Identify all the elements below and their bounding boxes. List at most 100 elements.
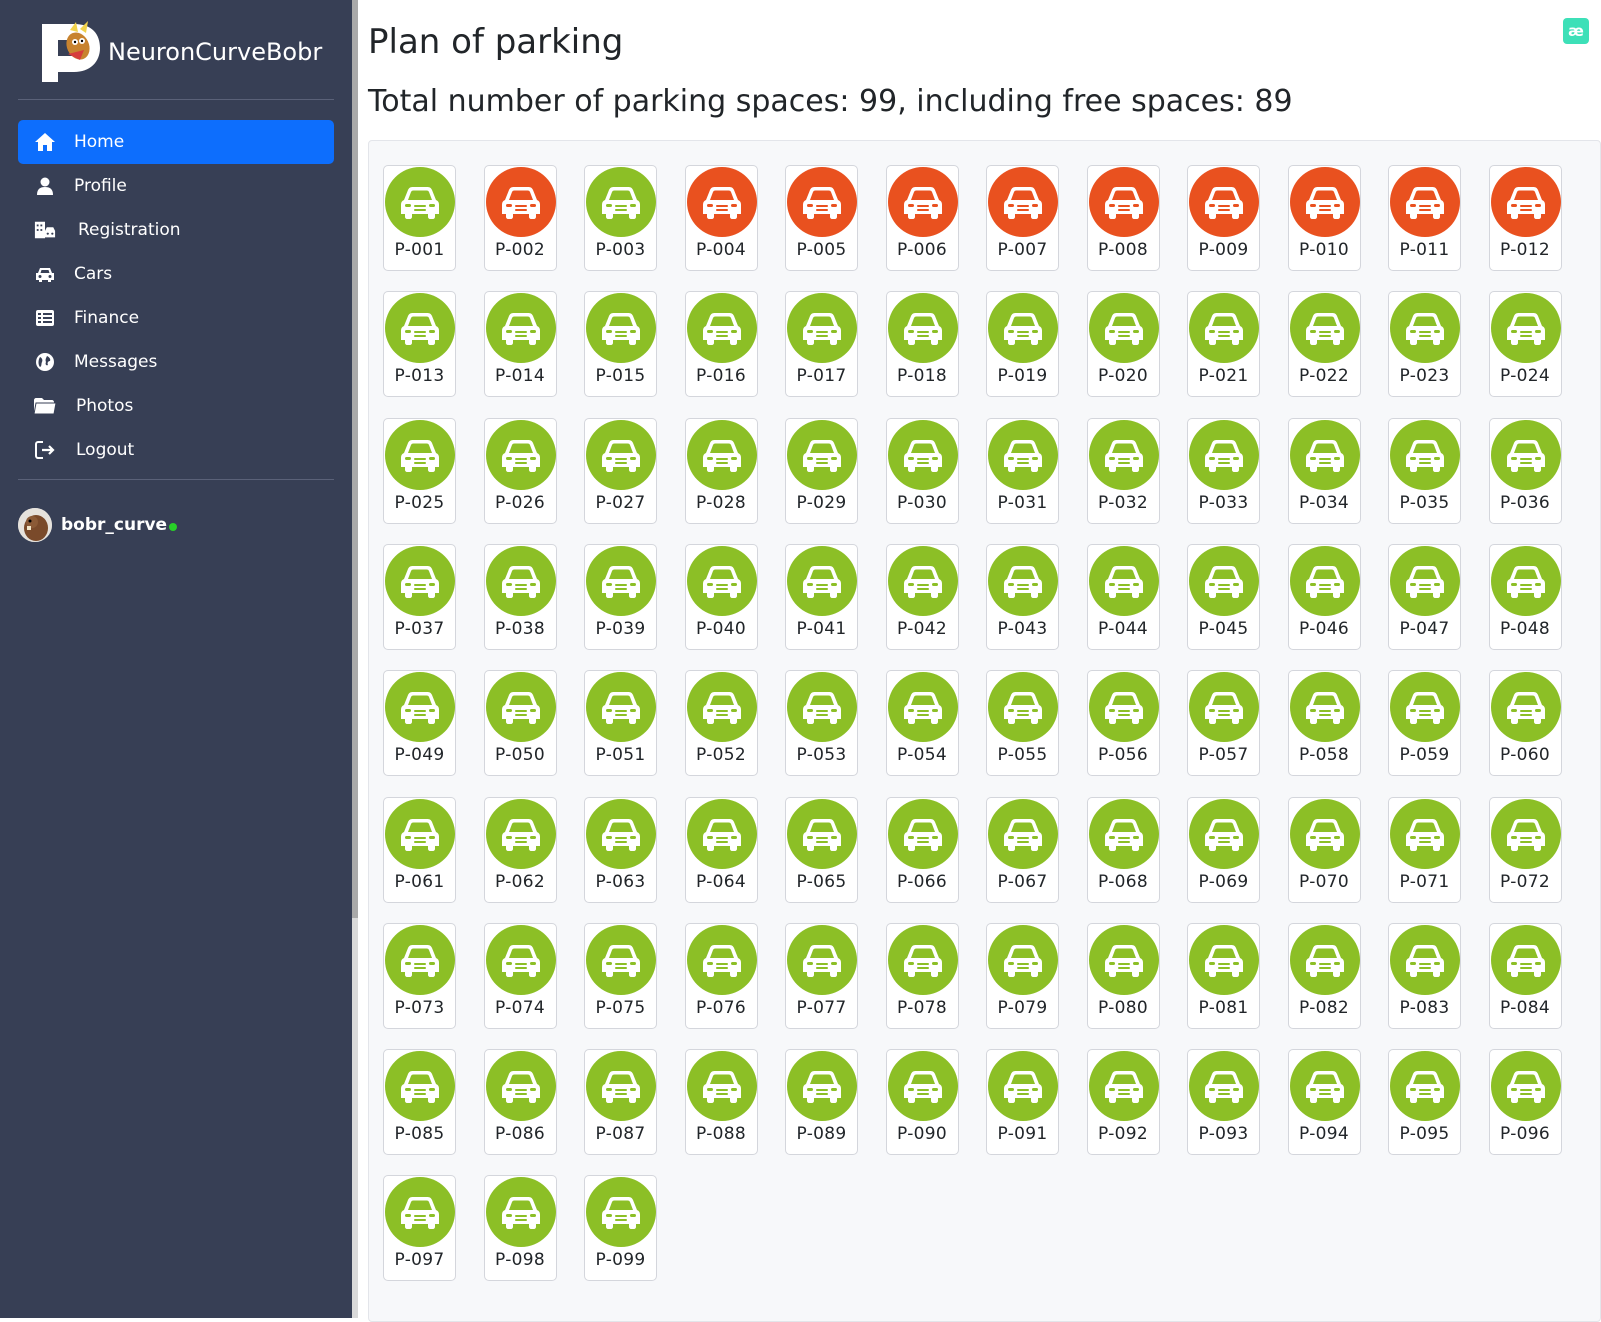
parking-space-p-001[interactable]: P-001 xyxy=(383,165,456,271)
parking-space-p-039[interactable]: P-039 xyxy=(584,543,657,650)
parking-space-p-018[interactable]: P-018 xyxy=(885,291,959,398)
sidebar-item-photos[interactable]: Photos xyxy=(18,384,334,428)
parking-space-p-030[interactable]: P-030 xyxy=(885,417,959,524)
parking-space-p-046[interactable]: P-046 xyxy=(1287,543,1361,650)
parking-space-p-059[interactable]: P-059 xyxy=(1388,670,1461,777)
parking-space-p-031[interactable]: P-031 xyxy=(986,417,1059,524)
parking-space-p-033[interactable]: P-033 xyxy=(1187,417,1260,524)
parking-space-p-054[interactable]: P-054 xyxy=(885,670,959,777)
parking-space-p-049[interactable]: P-049 xyxy=(383,670,456,777)
parking-space-p-077[interactable]: P-077 xyxy=(785,922,858,1029)
parking-space-p-072[interactable]: P-072 xyxy=(1488,796,1562,903)
corner-badge-icon[interactable]: æ xyxy=(1563,18,1589,44)
parking-space-p-060[interactable]: P-060 xyxy=(1488,670,1562,777)
parking-space-p-083[interactable]: P-083 xyxy=(1388,922,1461,1029)
parking-space-p-067[interactable]: P-067 xyxy=(986,796,1059,903)
parking-space-p-058[interactable]: P-058 xyxy=(1287,670,1361,777)
parking-space-p-027[interactable]: P-027 xyxy=(584,417,657,524)
parking-space-p-070[interactable]: P-070 xyxy=(1287,796,1361,903)
parking-space-p-010[interactable]: P-010 xyxy=(1287,165,1361,271)
parking-space-p-035[interactable]: P-035 xyxy=(1388,417,1461,524)
parking-space-p-013[interactable]: P-013 xyxy=(383,291,456,398)
parking-space-p-003[interactable]: P-003 xyxy=(584,165,657,271)
parking-space-p-055[interactable]: P-055 xyxy=(986,670,1059,777)
parking-space-p-032[interactable]: P-032 xyxy=(1086,417,1160,524)
parking-space-p-009[interactable]: P-009 xyxy=(1187,165,1260,271)
brand[interactable]: NeuronCurveBobr xyxy=(40,20,322,84)
parking-space-p-037[interactable]: P-037 xyxy=(383,543,456,650)
parking-space-p-041[interactable]: P-041 xyxy=(785,543,858,650)
parking-space-p-085[interactable]: P-085 xyxy=(383,1049,456,1156)
parking-space-p-095[interactable]: P-095 xyxy=(1388,1049,1461,1156)
parking-space-p-047[interactable]: P-047 xyxy=(1388,543,1461,650)
parking-space-p-052[interactable]: P-052 xyxy=(684,670,758,777)
parking-space-p-045[interactable]: P-045 xyxy=(1187,543,1260,650)
parking-space-p-022[interactable]: P-022 xyxy=(1287,291,1361,398)
parking-space-p-043[interactable]: P-043 xyxy=(986,543,1059,650)
parking-space-p-015[interactable]: P-015 xyxy=(584,291,657,398)
parking-space-p-076[interactable]: P-076 xyxy=(684,922,758,1029)
parking-space-p-057[interactable]: P-057 xyxy=(1187,670,1260,777)
parking-space-p-066[interactable]: P-066 xyxy=(885,796,959,903)
parking-space-p-024[interactable]: P-024 xyxy=(1488,291,1562,398)
parking-space-p-075[interactable]: P-075 xyxy=(584,922,657,1029)
parking-space-p-002[interactable]: P-002 xyxy=(483,165,557,271)
parking-space-p-081[interactable]: P-081 xyxy=(1187,922,1260,1029)
sidebar-item-registration[interactable]: Registration xyxy=(18,208,334,252)
parking-space-p-007[interactable]: P-007 xyxy=(986,165,1059,271)
parking-space-p-028[interactable]: P-028 xyxy=(684,417,758,524)
parking-space-p-061[interactable]: P-061 xyxy=(383,796,456,903)
parking-space-p-019[interactable]: P-019 xyxy=(986,291,1059,398)
parking-space-p-063[interactable]: P-063 xyxy=(584,796,657,903)
parking-space-p-079[interactable]: P-079 xyxy=(986,922,1059,1029)
parking-space-p-014[interactable]: P-014 xyxy=(483,291,557,398)
parking-space-p-056[interactable]: P-056 xyxy=(1086,670,1160,777)
sidebar-item-logout[interactable]: Logout xyxy=(18,428,334,472)
parking-space-p-036[interactable]: P-036 xyxy=(1488,417,1562,524)
parking-space-p-071[interactable]: P-071 xyxy=(1388,796,1461,903)
parking-space-p-023[interactable]: P-023 xyxy=(1388,291,1461,398)
parking-space-p-062[interactable]: P-062 xyxy=(483,796,557,903)
parking-space-p-092[interactable]: P-092 xyxy=(1086,1049,1160,1156)
parking-space-p-008[interactable]: P-008 xyxy=(1086,165,1160,271)
parking-space-p-012[interactable]: P-012 xyxy=(1488,165,1562,271)
parking-space-p-006[interactable]: P-006 xyxy=(885,165,959,271)
parking-space-p-042[interactable]: P-042 xyxy=(885,543,959,650)
parking-space-p-096[interactable]: P-096 xyxy=(1488,1049,1562,1156)
parking-space-p-069[interactable]: P-069 xyxy=(1187,796,1260,903)
parking-space-p-064[interactable]: P-064 xyxy=(684,796,758,903)
parking-space-p-011[interactable]: P-011 xyxy=(1388,165,1461,271)
parking-space-p-099[interactable]: P-099 xyxy=(584,1175,657,1282)
parking-space-p-016[interactable]: P-016 xyxy=(684,291,758,398)
parking-space-p-082[interactable]: P-082 xyxy=(1287,922,1361,1029)
parking-space-p-020[interactable]: P-020 xyxy=(1086,291,1160,398)
parking-space-p-068[interactable]: P-068 xyxy=(1086,796,1160,903)
parking-space-p-080[interactable]: P-080 xyxy=(1086,922,1160,1029)
parking-space-p-034[interactable]: P-034 xyxy=(1287,417,1361,524)
parking-space-p-021[interactable]: P-021 xyxy=(1187,291,1260,398)
parking-space-p-044[interactable]: P-044 xyxy=(1086,543,1160,650)
parking-space-p-073[interactable]: P-073 xyxy=(383,922,456,1029)
parking-space-p-089[interactable]: P-089 xyxy=(785,1049,858,1156)
parking-space-p-087[interactable]: P-087 xyxy=(584,1049,657,1156)
parking-space-p-086[interactable]: P-086 xyxy=(483,1049,557,1156)
parking-space-p-097[interactable]: P-097 xyxy=(383,1175,456,1282)
parking-space-p-005[interactable]: P-005 xyxy=(785,165,858,271)
parking-space-p-078[interactable]: P-078 xyxy=(885,922,959,1029)
parking-space-p-038[interactable]: P-038 xyxy=(483,543,557,650)
parking-space-p-048[interactable]: P-048 xyxy=(1488,543,1562,650)
parking-space-p-074[interactable]: P-074 xyxy=(483,922,557,1029)
parking-space-p-040[interactable]: P-040 xyxy=(684,543,758,650)
parking-space-p-050[interactable]: P-050 xyxy=(483,670,557,777)
parking-space-p-029[interactable]: P-029 xyxy=(785,417,858,524)
parking-space-p-098[interactable]: P-098 xyxy=(483,1175,557,1282)
parking-space-p-091[interactable]: P-091 xyxy=(986,1049,1059,1156)
parking-space-p-093[interactable]: P-093 xyxy=(1187,1049,1260,1156)
sidebar-item-profile[interactable]: Profile xyxy=(18,164,334,208)
parking-space-p-090[interactable]: P-090 xyxy=(885,1049,959,1156)
sidebar-item-cars[interactable]: Cars xyxy=(18,252,334,296)
parking-space-p-094[interactable]: P-094 xyxy=(1287,1049,1361,1156)
parking-space-p-051[interactable]: P-051 xyxy=(584,670,657,777)
parking-space-p-053[interactable]: P-053 xyxy=(785,670,858,777)
parking-space-p-026[interactable]: P-026 xyxy=(483,417,557,524)
